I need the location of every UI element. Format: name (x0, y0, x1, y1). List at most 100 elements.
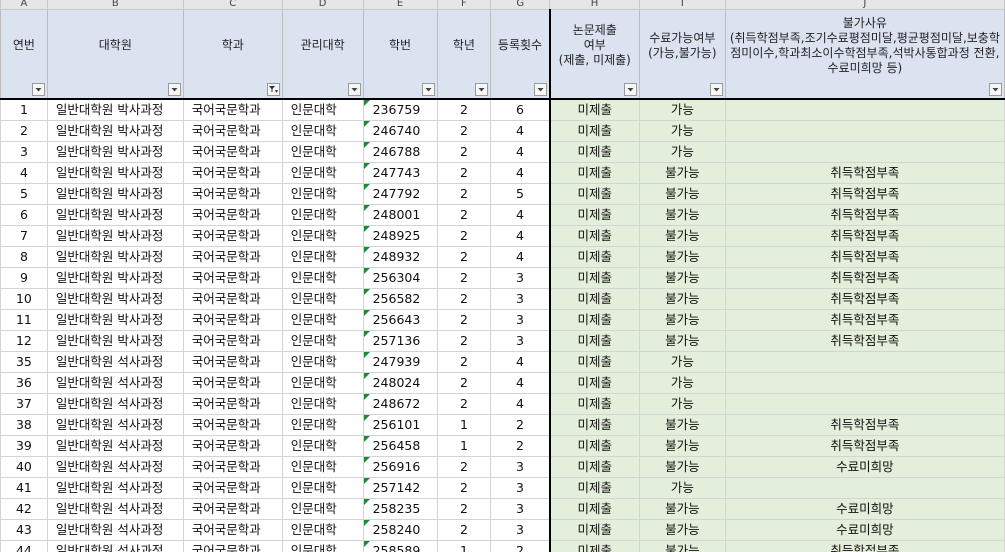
cell-d[interactable]: 인문대학 (281, 245, 364, 268)
cell-f[interactable]: 2 (436, 497, 492, 520)
cell-j[interactable]: 취득학점부족 (724, 539, 1005, 552)
cell-f[interactable]: 2 (436, 119, 492, 142)
cell-g[interactable]: 3 (490, 329, 551, 352)
cell-b[interactable]: 일반대학원 석사과정 (46, 434, 184, 457)
cell-i[interactable]: 불가능 (638, 539, 726, 552)
cell-a[interactable]: 35 (0, 350, 48, 373)
column-letter-d[interactable]: D (281, 0, 364, 10)
cell-a[interactable]: 36 (0, 371, 48, 394)
cell-g[interactable]: 3 (490, 476, 551, 499)
column-letter-f[interactable]: F (436, 0, 492, 10)
cell-d[interactable]: 인문대학 (281, 518, 364, 541)
cell-c[interactable]: 국어국문학과 (182, 287, 283, 310)
cell-e[interactable]: 256101 (362, 413, 438, 436)
cell-g[interactable]: 4 (490, 203, 551, 226)
cell-e[interactable]: 236759 (362, 97, 438, 121)
cell-c[interactable]: 국어국문학과 (182, 413, 283, 436)
column-letter-i[interactable]: I (638, 0, 726, 10)
cell-a[interactable]: 1 (0, 97, 48, 121)
cell-e[interactable]: 256582 (362, 287, 438, 310)
cell-h[interactable]: 미제출 (548, 350, 640, 373)
cell-f[interactable]: 2 (436, 476, 492, 499)
cell-a[interactable]: 3 (0, 140, 48, 163)
filter-dropdown-icon[interactable] (421, 82, 435, 96)
cell-c[interactable]: 국어국문학과 (182, 161, 283, 184)
cell-e[interactable]: 258589 (362, 539, 438, 552)
cell-i[interactable]: 가능 (638, 371, 726, 394)
cell-j[interactable]: 취득학점부족 (724, 329, 1005, 352)
cell-b[interactable]: 일반대학원 박사과정 (46, 245, 184, 268)
cell-f[interactable]: 1 (436, 539, 492, 552)
cell-g[interactable]: 5 (490, 182, 551, 205)
cell-f[interactable]: 2 (436, 161, 492, 184)
header-cell-e[interactable]: 학번 (362, 9, 438, 99)
cell-a[interactable]: 42 (0, 497, 48, 520)
cell-c[interactable]: 국어국문학과 (182, 119, 283, 142)
cell-d[interactable]: 인문대학 (281, 97, 364, 121)
cell-e[interactable]: 258235 (362, 497, 438, 520)
cell-j[interactable]: 취득학점부족 (724, 413, 1005, 436)
cell-j[interactable] (724, 140, 1005, 163)
cell-f[interactable]: 2 (436, 97, 492, 121)
filter-dropdown-icon[interactable] (31, 82, 45, 96)
cell-e[interactable]: 247939 (362, 350, 438, 373)
column-letter-j[interactable]: J (724, 0, 1005, 10)
cell-a[interactable]: 9 (0, 266, 48, 289)
cell-f[interactable]: 2 (436, 329, 492, 352)
cell-i[interactable]: 불가능 (638, 266, 726, 289)
cell-j[interactable]: 취득학점부족 (724, 182, 1005, 205)
cell-f[interactable]: 2 (436, 455, 492, 478)
filter-dropdown-icon[interactable] (475, 82, 489, 96)
cell-h[interactable]: 미제출 (548, 266, 640, 289)
cell-h[interactable]: 미제출 (548, 182, 640, 205)
spreadsheet-grid[interactable]: ABCDEFGHIJ 연번 대학원 학과 관리대학 학번 학년 등록횟수 논문제출 여부 (제… (0, 0, 1005, 552)
cell-e[interactable]: 258240 (362, 518, 438, 541)
cell-g[interactable]: 4 (490, 140, 551, 163)
header-cell-b[interactable]: 대학원 (46, 9, 184, 99)
cell-d[interactable]: 인문대학 (281, 140, 364, 163)
cell-d[interactable]: 인문대학 (281, 497, 364, 520)
cell-i[interactable]: 불가능 (638, 434, 726, 457)
cell-b[interactable]: 일반대학원 박사과정 (46, 140, 184, 163)
cell-h[interactable]: 미제출 (548, 245, 640, 268)
cell-e[interactable]: 256916 (362, 455, 438, 478)
cell-a[interactable]: 7 (0, 224, 48, 247)
cell-a[interactable]: 2 (0, 119, 48, 142)
cell-j[interactable]: 수료미희망 (724, 497, 1005, 520)
cell-b[interactable]: 일반대학원 석사과정 (46, 476, 184, 499)
cell-b[interactable]: 일반대학원 박사과정 (46, 161, 184, 184)
cell-f[interactable]: 2 (436, 245, 492, 268)
column-letter-g[interactable]: G (490, 0, 551, 10)
cell-i[interactable]: 가능 (638, 119, 726, 142)
cell-e[interactable]: 257142 (362, 476, 438, 499)
cell-g[interactable]: 3 (490, 287, 551, 310)
cell-i[interactable]: 불가능 (638, 308, 726, 331)
cell-h[interactable]: 미제출 (548, 497, 640, 520)
cell-f[interactable]: 2 (436, 203, 492, 226)
cell-c[interactable]: 국어국문학과 (182, 350, 283, 373)
cell-f[interactable]: 2 (436, 350, 492, 373)
cell-i[interactable]: 불가능 (638, 497, 726, 520)
cell-b[interactable]: 일반대학원 석사과정 (46, 497, 184, 520)
cell-i[interactable]: 가능 (638, 350, 726, 373)
cell-i[interactable]: 불가능 (638, 245, 726, 268)
cell-c[interactable]: 국어국문학과 (182, 203, 283, 226)
cell-i[interactable]: 가능 (638, 97, 726, 121)
cell-e[interactable]: 246740 (362, 119, 438, 142)
column-letter-c[interactable]: C (182, 0, 283, 10)
cell-d[interactable]: 인문대학 (281, 308, 364, 331)
cell-f[interactable]: 2 (436, 266, 492, 289)
cell-b[interactable]: 일반대학원 석사과정 (46, 518, 184, 541)
cell-b[interactable]: 일반대학원 석사과정 (46, 350, 184, 373)
cell-d[interactable]: 인문대학 (281, 371, 364, 394)
filter-dropdown-icon[interactable] (533, 82, 547, 96)
cell-g[interactable]: 2 (490, 434, 551, 457)
cell-b[interactable]: 일반대학원 박사과정 (46, 287, 184, 310)
cell-b[interactable]: 일반대학원 박사과정 (46, 266, 184, 289)
cell-i[interactable]: 불가능 (638, 224, 726, 247)
cell-d[interactable]: 인문대학 (281, 413, 364, 436)
cell-a[interactable]: 10 (0, 287, 48, 310)
cell-g[interactable]: 3 (490, 497, 551, 520)
cell-i[interactable]: 불가능 (638, 518, 726, 541)
filter-dropdown-icon[interactable] (623, 82, 637, 96)
